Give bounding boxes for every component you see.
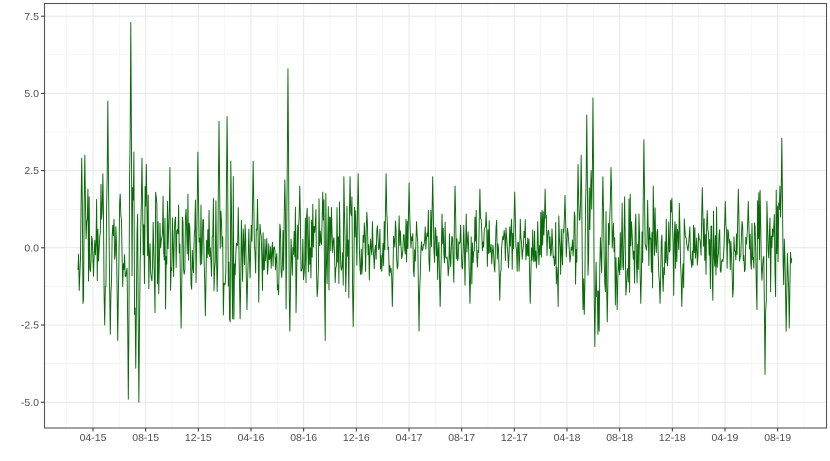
x-tick-label: 08-18 <box>606 432 633 444</box>
y-tick-label: -2.5 <box>21 320 39 332</box>
x-tick-label: 04-18 <box>554 432 581 444</box>
chart-canvas: 04-15 08-15 12-15 04-16 08-16 12-16 04-17 08-17… <box>21 2 828 444</box>
x-tick-label: 04-17 <box>396 432 423 444</box>
x-tick-label: 12-17 <box>501 432 528 444</box>
x-tick-label: 04-19 <box>712 432 739 444</box>
x-tick-label: 08-19 <box>764 432 791 444</box>
y-tick-label: 5.0 <box>24 88 39 100</box>
y-tick-label: -5.0 <box>21 397 39 409</box>
x-tick-label: 12-18 <box>659 432 686 444</box>
y-tick-label: 0.0 <box>24 242 39 254</box>
y-tick-label: 7.5 <box>24 11 39 23</box>
y-tick-label: 2.5 <box>24 165 39 177</box>
x-tick-label: 04-15 <box>80 432 107 444</box>
x-tick-label: 08-17 <box>448 432 475 444</box>
x-tick-label: 08-16 <box>290 432 317 444</box>
x-tick-label: 04-16 <box>238 432 265 444</box>
time-series-chart: 04-15 08-15 12-15 04-16 08-16 12-16 04-17 08-17… <box>0 0 830 461</box>
x-tick-label: 12-16 <box>343 432 370 444</box>
x-tick-label: 08-15 <box>132 432 159 444</box>
x-tick-label: 12-15 <box>185 432 212 444</box>
